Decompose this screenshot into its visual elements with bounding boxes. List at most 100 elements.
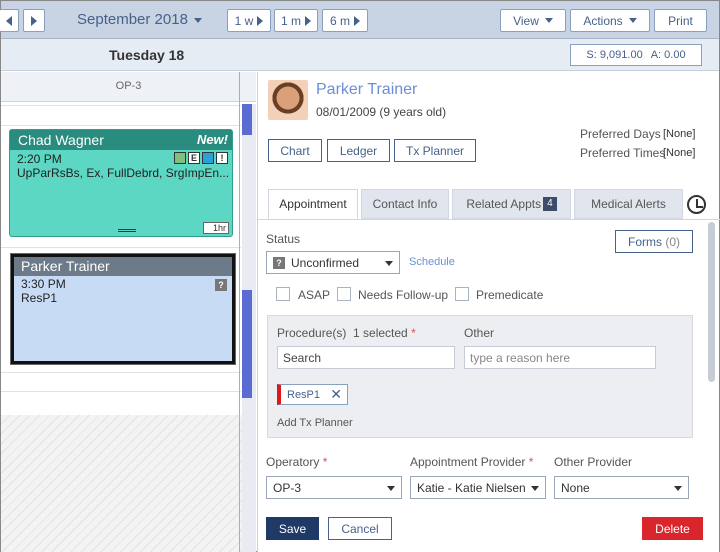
other-reason-input[interactable]: type a reason here (464, 346, 656, 369)
needs-follow-up-checkbox[interactable] (337, 287, 351, 301)
patient-dob: 08/01/2009 (9 years old) (316, 105, 447, 119)
blue-flag-icon (202, 152, 214, 164)
top-toolbar: September 2018 1 w 1 m 6 m View Actions … (0, 1, 719, 39)
other-provider-value: None (561, 480, 590, 495)
tab-appointment[interactable]: Appointment (268, 189, 358, 219)
next-arrow-button[interactable] (23, 9, 45, 32)
tab-label: Related Appts (466, 197, 542, 211)
adjacent-appointment-marker[interactable] (242, 104, 252, 135)
balance-a: A: 0.00 (650, 49, 686, 61)
actions-button[interactable]: Actions (570, 9, 650, 32)
close-icon[interactable]: ✕ (330, 386, 342, 403)
chevron-right-icon (31, 15, 37, 26)
procedures-label-text: Procedure(s) (277, 326, 347, 340)
jump-1m-button[interactable]: 1 m (274, 9, 318, 32)
operatory-label: Operatory * (266, 455, 327, 469)
caret-down-icon (674, 486, 682, 491)
panel-scrollbar[interactable] (708, 222, 715, 382)
divider (1, 391, 241, 392)
preferred-days-value: [None] (663, 128, 696, 140)
tx-planner-button[interactable]: Tx Planner (394, 139, 476, 162)
print-label: Print (668, 13, 693, 28)
add-tx-planner-link[interactable]: Add Tx Planner (277, 417, 353, 429)
caret-down-icon (544, 18, 553, 23)
premedicate-checkbox[interactable] (455, 287, 469, 301)
other-provider-label: Other Provider (554, 455, 633, 469)
provider-select[interactable]: Katie - Katie Nielsen (410, 476, 546, 499)
tab-contact-info[interactable]: Contact Info (361, 189, 449, 219)
delete-button[interactable]: Delete (642, 517, 703, 540)
asap-checkbox[interactable] (276, 287, 290, 301)
tab-related-appts[interactable]: Related Appts 4 (452, 189, 571, 219)
jump-1w-label: 1 w (234, 13, 254, 28)
forms-button[interactable]: Forms (0) (615, 230, 693, 253)
balance-s: S: 9,091.00 (586, 49, 643, 61)
appointment-form: Status ? Unconfirmed Schedule Forms (0) … (258, 219, 720, 552)
day-header-row: Tuesday 18 S: 9,091.00 A: 0.00 (1, 39, 719, 71)
jump-1w-button[interactable]: 1 w (227, 9, 271, 32)
appointment-header: Chad Wagner New! (10, 130, 232, 150)
appointment-block-parker-trainer[interactable]: Parker Trainer ? 3:30 PM ResP1 (11, 254, 235, 364)
appointment-status-icons: E ! (174, 152, 228, 164)
status-select[interactable]: ? Unconfirmed (266, 251, 400, 274)
divider (1, 125, 241, 126)
appointment-procedures: ResP1 (21, 291, 58, 305)
prev-arrow-button[interactable] (0, 9, 19, 32)
calendar-column: OP-3 Chad Wagner New! E ! 2:20 PM UpParR… (1, 72, 256, 552)
provider-value: Katie - Katie Nielsen (417, 480, 526, 495)
question-icon: ? (215, 279, 227, 291)
new-patient-badge: New! (196, 132, 228, 147)
operatory-label-text: Operatory (266, 455, 320, 469)
forms-label: Forms (627, 234, 662, 249)
procedure-search-input[interactable]: Search (277, 346, 455, 369)
status-value: Unconfirmed (291, 255, 360, 270)
e-icon: E (188, 152, 200, 164)
alert-icon: ! (216, 152, 228, 164)
other-label: Other (464, 326, 495, 340)
history-clock-icon[interactable] (687, 195, 706, 214)
schedule-link[interactable]: Schedule (409, 256, 455, 268)
preferred-times-value: [None] (663, 147, 696, 159)
patient-name-link[interactable]: Parker Trainer (316, 81, 417, 99)
appointment-detail-panel: Parker Trainer 08/01/2009 (9 years old) … (257, 72, 720, 552)
caret-down-icon (628, 18, 637, 23)
required-marker: * (528, 455, 534, 469)
cancel-button[interactable]: Cancel (328, 517, 392, 540)
jump-1m-label: 1 m (280, 13, 301, 28)
divider (239, 72, 240, 552)
print-button[interactable]: Print (654, 9, 707, 32)
view-label: View (513, 13, 539, 28)
duration-badge: 1hr (203, 222, 229, 234)
tab-label: Medical Alerts (591, 197, 666, 211)
play-icon (354, 15, 360, 26)
play-icon (257, 15, 264, 26)
needs-follow-up-label: Needs Follow-up (358, 288, 449, 302)
operatory-select[interactable]: OP-3 (266, 476, 402, 499)
procedures-selected-count: 1 selected (353, 326, 408, 340)
save-button[interactable]: Save (266, 517, 319, 540)
divider (1, 247, 241, 248)
resize-handle-icon[interactable] (118, 229, 136, 232)
view-button[interactable]: View (500, 9, 566, 32)
other-provider-select[interactable]: None (554, 476, 689, 499)
preferred-times-label: Preferred Times (580, 146, 666, 160)
caret-down-icon (531, 486, 539, 491)
tab-label: Contact Info (372, 197, 438, 211)
month-label: September 2018 (77, 11, 188, 28)
month-selector[interactable]: September 2018 (77, 11, 202, 28)
divider (1, 105, 241, 106)
adjacent-appointment-marker[interactable] (242, 290, 252, 398)
caret-down-icon (385, 261, 393, 266)
day-title: Tuesday 18 (109, 47, 185, 63)
tab-label: Appointment (279, 197, 347, 211)
chevron-left-icon (6, 15, 12, 26)
actions-label: Actions (583, 13, 623, 28)
chart-button[interactable]: Chart (268, 139, 322, 162)
question-icon: ? (273, 256, 285, 269)
tab-medical-alerts[interactable]: Medical Alerts (574, 189, 683, 219)
jump-6m-button[interactable]: 6 m (322, 9, 368, 32)
appointment-block-chad-wagner[interactable]: Chad Wagner New! E ! 2:20 PM UpParRsBs, … (9, 129, 233, 237)
ledger-button[interactable]: Ledger (327, 139, 390, 162)
required-marker: * (411, 326, 416, 340)
balances-box: S: 9,091.00 A: 0.00 (570, 44, 702, 66)
